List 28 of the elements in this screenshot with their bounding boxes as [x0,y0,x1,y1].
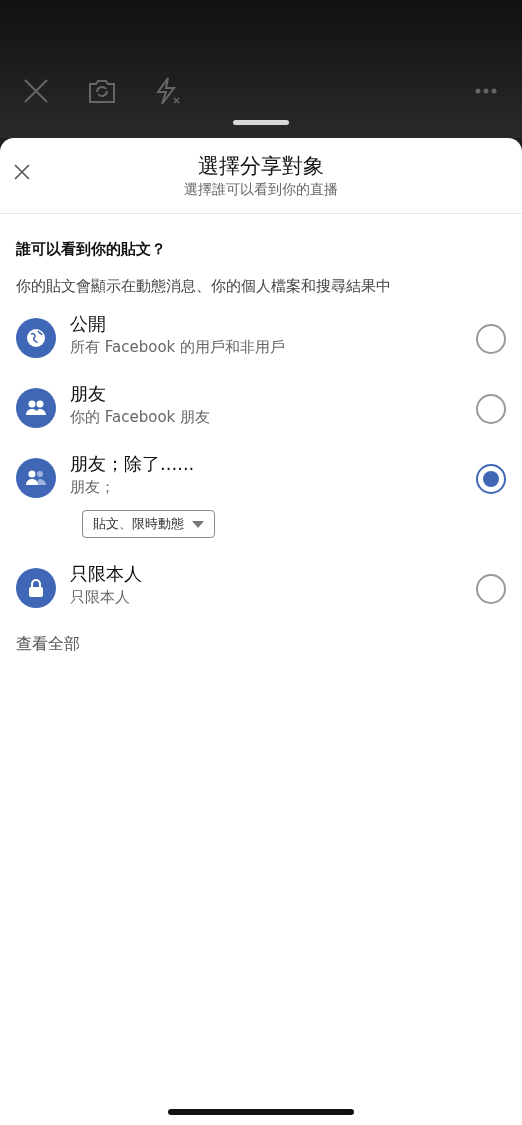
option-subtitle: 只限本人 [70,587,131,608]
option-subtitle: 所有 Facebook 的用戶和非用戶 [70,337,287,358]
drag-handle[interactable] [233,120,289,125]
radio-button[interactable] [476,574,506,604]
camera-flip-icon [87,78,117,104]
friends-icon [25,469,47,487]
option-subtitle: 朋友； [70,477,116,498]
option-subtitle: 你的 Facebook 朋友 [70,407,212,428]
sheet-subtitle: 選擇誰可以看到你的直播 [184,179,338,199]
globe-icon [26,328,46,348]
section-description: 你的貼文會顯示在動態消息、你的個人檔案和搜尋結果中 [16,277,392,296]
more-icon [475,88,497,94]
radio-button[interactable] [476,394,506,424]
option-title: 只限本人 [70,562,143,586]
option-title: 朋友；除了...... [70,452,196,476]
section-heading: 誰可以看到你的貼文？ [16,240,167,259]
radio-button[interactable] [476,324,506,354]
option-title: 公開 [70,312,107,336]
content-dropdown[interactable]: 貼文、限時動態 [82,510,215,538]
close-icon [23,78,49,104]
see-all-link[interactable]: 查看全部 [16,634,80,655]
caret-icon [192,520,204,528]
flash-off-icon [154,76,182,106]
sheet-title: 選擇分享對象 [198,152,324,179]
radio-button[interactable] [476,464,506,494]
friends-icon [25,399,47,417]
lock-icon [28,578,44,598]
option-title: 朋友 [70,382,107,406]
